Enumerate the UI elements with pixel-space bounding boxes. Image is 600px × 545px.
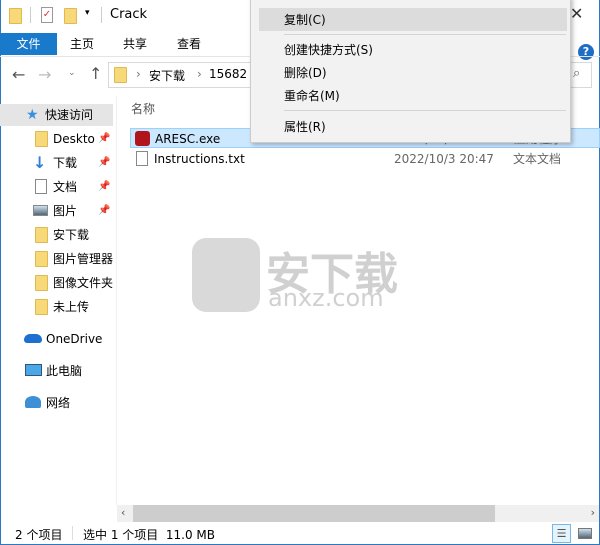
sidebar-item-folder[interactable]: 图像文件夹 [0,272,113,294]
text-file-icon [136,151,148,166]
help-icon[interactable]: ? [578,44,594,60]
folder-icon [35,275,48,294]
folder-icon [9,8,22,27]
menu-item-delete[interactable]: 删除(D) [284,64,327,81]
properties-icon[interactable]: ✓ [41,7,53,23]
breadcrumb-item[interactable]: 安下载 [149,67,185,84]
search-icon[interactable]: ⌕ [573,66,580,81]
back-icon[interactable]: ← [12,65,25,84]
menu-item-rename[interactable]: 重命名(M) [284,87,340,104]
pin-icon: 📌 [98,181,111,192]
watermark-subtext: anxz.com [268,284,384,312]
context-menu: 复制(C) 创建快捷方式(S) 删除(D) 重命名(M) 属性(R) [250,0,571,143]
folder-icon [35,227,48,246]
sidebar-item-this-pc[interactable]: 此电脑 [0,360,113,382]
sidebar-item-downloads[interactable]: ↓ 下载 📌 [0,152,113,174]
column-header-name[interactable]: 名称 [131,100,155,117]
forward-icon[interactable]: → [38,65,51,84]
folder-icon [114,67,127,86]
watermark-logo [192,238,260,312]
menu-item-copy[interactable]: 复制(C) [284,11,326,28]
horizontal-scrollbar[interactable]: ‹ › [117,505,599,522]
file-row[interactable]: Instructions.txt 2022/10/3 20:47 文本文档 [130,149,600,169]
sidebar-item-folder[interactable]: 图片管理器 [0,248,113,270]
breadcrumb-item[interactable]: 15682 [209,67,247,81]
computer-icon [25,364,42,376]
navigation-pane: ★ 快速访问 Deskto 📌 ↓ 下载 📌 文档 📌 图片 📌 安下载 图片管理器 图像文… [0,100,116,505]
pictures-icon [33,205,48,216]
pin-icon: 📌 [98,205,111,216]
new-folder-icon[interactable] [64,8,77,27]
customize-toolbar-icon[interactable]: ▾ [85,8,90,18]
sidebar-item-desktop[interactable]: Deskto 📌 [0,128,113,150]
sidebar-item-quick-access[interactable]: ★ 快速访问 [0,104,113,126]
scroll-left-icon[interactable]: ‹ [121,506,125,519]
tab-home[interactable]: 主页 [70,33,94,55]
status-item-count: 2 个项目 [15,528,63,542]
document-icon [35,179,47,194]
sidebar-item-folder[interactable]: 安下载 [0,224,113,246]
pin-icon: 📌 [98,157,111,168]
sidebar-item-folder[interactable]: 未上传 [0,296,113,318]
large-icons-view-icon[interactable] [578,528,592,539]
up-icon[interactable]: ↑ [89,64,102,83]
window-title: Crack [110,7,148,22]
menu-item-properties[interactable]: 属性(R) [284,118,326,135]
tab-file[interactable]: 文件 [0,33,57,55]
download-icon: ↓ [33,153,47,172]
menu-item-create-shortcut[interactable]: 创建快捷方式(S) [284,41,373,58]
close-icon[interactable]: ✕ [570,4,583,23]
cloud-icon [24,334,42,343]
folder-icon [35,131,48,150]
sidebar-item-documents[interactable]: 文档 📌 [0,176,113,198]
folder-icon [35,251,48,270]
sidebar-item-pictures[interactable]: 图片 📌 [0,200,113,222]
status-selection: 选中 1 个项目 11.0 MB [83,528,216,542]
sidebar-item-onedrive[interactable]: OneDrive [0,328,113,350]
details-view-icon[interactable]: ☰ [552,524,571,543]
tab-share[interactable]: 共享 [123,33,147,55]
recent-locations-icon[interactable]: ⌄ [68,68,76,78]
network-icon [25,396,41,408]
scrollbar-thumb[interactable] [133,505,495,522]
folder-icon [35,299,48,318]
pin-icon: 📌 [98,133,111,144]
app-icon [135,131,150,146]
sidebar-item-network[interactable]: 网络 [0,392,113,414]
scroll-right-icon[interactable]: › [591,506,595,519]
tab-view[interactable]: 查看 [177,33,201,55]
star-icon: ★ [26,107,39,123]
